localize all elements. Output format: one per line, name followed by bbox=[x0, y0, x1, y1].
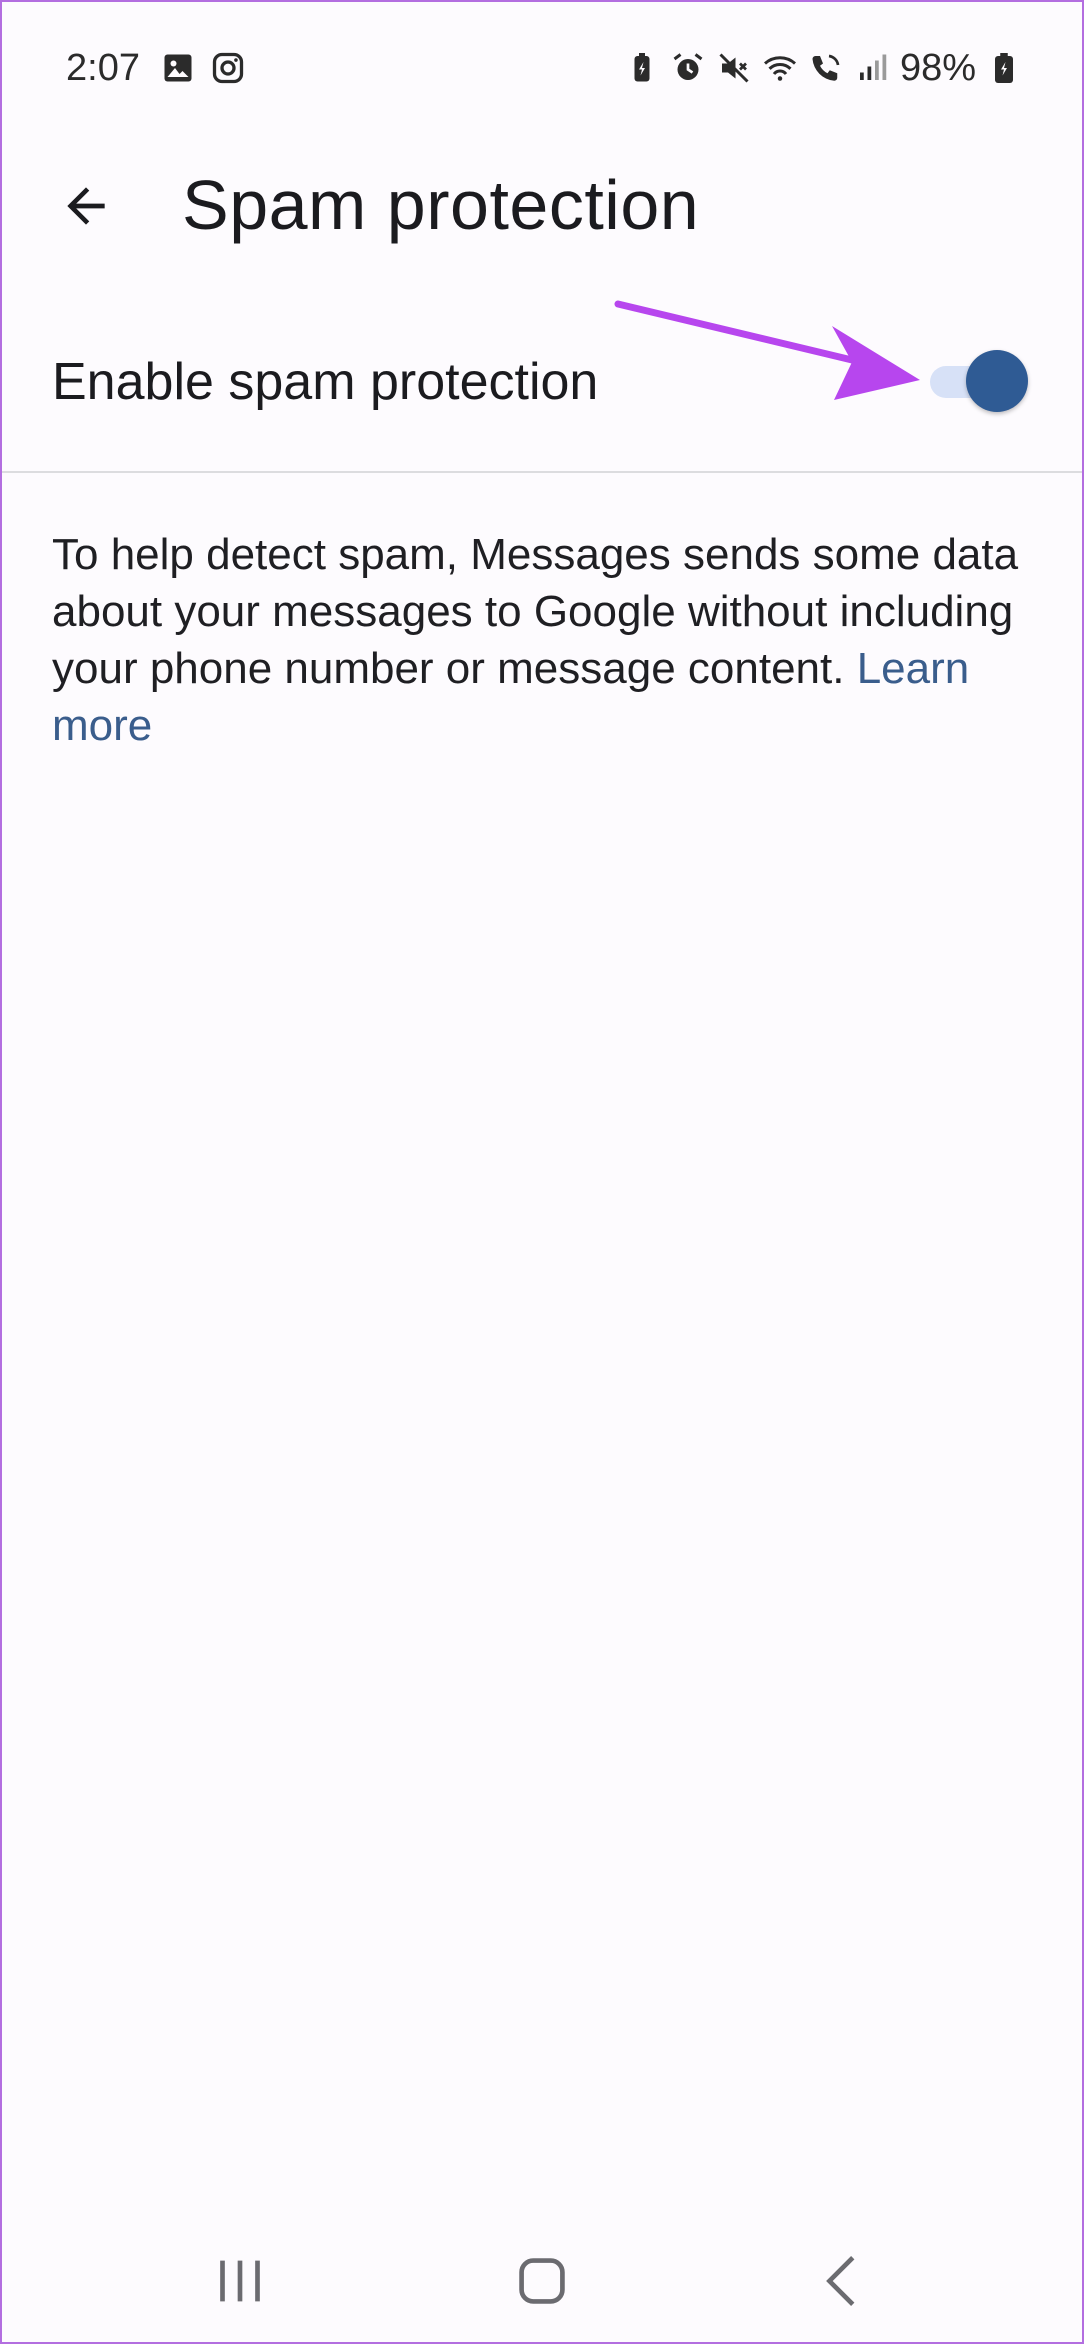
mute-icon bbox=[716, 50, 752, 86]
status-bar: 2:07 98% bbox=[2, 2, 1082, 132]
top-app-bar: Spam protection bbox=[2, 132, 1082, 272]
home-button[interactable] bbox=[497, 2236, 587, 2326]
instagram-icon bbox=[210, 50, 246, 86]
back-button[interactable] bbox=[44, 164, 128, 248]
wifi-icon bbox=[762, 50, 798, 86]
spam-protection-toggle[interactable] bbox=[924, 348, 1032, 414]
status-right: 98% bbox=[624, 44, 1022, 92]
description: To help detect spam, Messages sends some… bbox=[52, 526, 1032, 754]
battery-icon bbox=[986, 50, 1022, 86]
system-back-button[interactable] bbox=[799, 2236, 889, 2326]
back-icon bbox=[826, 2256, 855, 2306]
battery-percentage: 98% bbox=[899, 47, 976, 89]
status-left-icons bbox=[160, 50, 246, 86]
toggle-thumb bbox=[966, 350, 1028, 412]
arrow-back-icon bbox=[67, 187, 105, 225]
home-icon bbox=[519, 2258, 565, 2304]
setting-label: Enable spam protection bbox=[52, 353, 599, 411]
gallery-icon bbox=[160, 50, 196, 86]
navigation-bar bbox=[2, 2212, 1082, 2342]
alarm-icon bbox=[670, 50, 706, 86]
divider bbox=[2, 471, 1082, 473]
battery-saver-icon bbox=[624, 50, 660, 86]
page-title: Spam protection bbox=[182, 166, 700, 244]
screen: 2:07 98% Spam protection Enable spam pro… bbox=[2, 2, 1082, 2342]
recents-button[interactable] bbox=[195, 2236, 285, 2326]
signal-icon bbox=[854, 50, 890, 86]
recents-icon bbox=[220, 2260, 260, 2302]
spam-protection-setting-row[interactable]: Enable spam protection bbox=[2, 290, 1082, 472]
wifi-calling-icon bbox=[808, 50, 844, 86]
status-time: 2:07 bbox=[66, 47, 140, 89]
